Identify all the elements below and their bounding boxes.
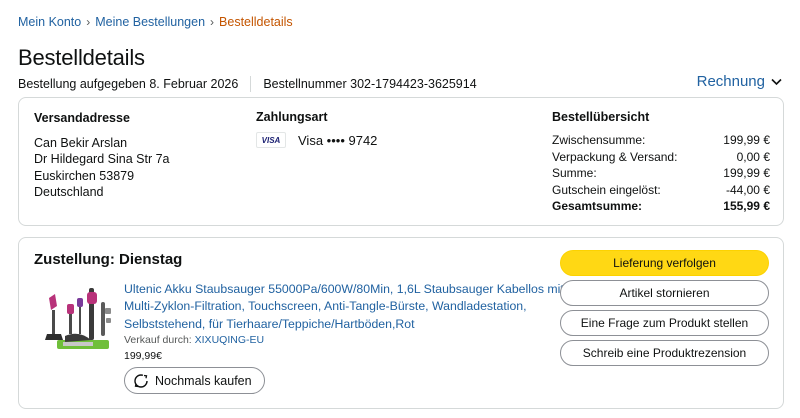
product-image[interactable] xyxy=(43,284,117,354)
overview-value: -44,00 € xyxy=(725,182,770,197)
order-meta: Bestellung aufgegeben 8. Februar 2026 Be… xyxy=(18,76,477,92)
order-placed-date: Bestellung aufgegeben 8. Februar 2026 xyxy=(18,77,239,91)
breadcrumb-separator: › xyxy=(86,15,91,29)
invoice-dropdown[interactable]: Rechnung xyxy=(697,73,782,90)
overview-label: Gutschein eingelöst: xyxy=(552,182,661,197)
seller-link[interactable]: XIXUQING-EU xyxy=(195,334,264,346)
address-line: Can Bekir Arslan xyxy=(34,135,128,150)
seller-info: Verkauf durch: XIXUQING-EU xyxy=(124,334,264,346)
product-price: 199,99€ xyxy=(124,350,162,362)
breadcrumb-order-details: Bestelldetails xyxy=(219,15,293,29)
overview-total-value: 155,99 € xyxy=(723,199,770,213)
visa-card-icon: VISA xyxy=(256,132,286,148)
address-line: Euskirchen 53879 xyxy=(34,168,135,183)
overview-value: 199,99 € xyxy=(723,133,770,147)
write-review-button[interactable]: Schreib eine Produktrezension xyxy=(560,340,769,366)
breadcrumb-separator: › xyxy=(210,15,215,29)
track-delivery-button[interactable]: Lieferung verfolgen xyxy=(560,250,769,276)
order-number: Bestellnummer 302-1794423-3625914 xyxy=(263,77,477,91)
overview-total-label: Gesamtsumme: xyxy=(552,199,643,213)
order-overview: Bestellübersicht Zwischensumme: 199,99 €… xyxy=(552,110,770,215)
card-number: Visa •••• 9742 xyxy=(298,132,378,148)
invoice-label: Rechnung xyxy=(696,73,765,90)
overview-value: 0,00 € xyxy=(736,149,770,164)
buy-again-button[interactable]: Nochmals kaufen xyxy=(124,367,265,394)
overview-row: Gutschein eingelöst: -44,00 € xyxy=(552,182,770,199)
order-overview-title: Bestellübersicht xyxy=(552,110,650,124)
payment-card: VISA Visa •••• 9742 xyxy=(256,132,377,148)
overview-label: Zwischensumme: xyxy=(552,133,646,147)
address-line: Dr Hildegard Sina Str 7a xyxy=(34,152,170,166)
product-title-link[interactable]: Ultenic Akku Staubsauger 55000Pa/600W/80… xyxy=(124,281,564,333)
delivery-title: Zustellung: Dienstag xyxy=(34,251,183,268)
order-summary-card: Versandadresse Can Bekir Arslan Dr Hilde… xyxy=(18,97,784,226)
breadcrumb-my-account[interactable]: Mein Konto xyxy=(18,15,81,29)
shipping-address: Versandadresse Can Bekir Arslan Dr Hilde… xyxy=(34,110,169,201)
cancel-item-button[interactable]: Artikel stornieren xyxy=(560,280,769,306)
seller-prefix: Verkauf durch: xyxy=(124,334,192,346)
shipping-address-title: Versandadresse xyxy=(34,111,130,125)
buy-again-label: Nochmals kaufen xyxy=(155,373,252,388)
overview-total-row: Gesamtsumme: 155,99 € xyxy=(552,198,770,215)
breadcrumb-my-orders[interactable]: Meine Bestellungen xyxy=(95,15,205,29)
payment-method-title: Zahlungsart xyxy=(256,110,328,124)
meta-divider xyxy=(250,76,252,92)
ask-question-button[interactable]: Eine Frage zum Produkt stellen xyxy=(560,310,769,336)
overview-value: 199,99 € xyxy=(723,166,770,180)
breadcrumb: Mein Konto › Meine Bestellungen › Bestel… xyxy=(18,15,293,29)
overview-label: Verpackung & Versand: xyxy=(552,149,678,164)
address-line: Deutschland xyxy=(34,185,104,199)
chevron-down-icon xyxy=(771,78,782,85)
reorder-icon xyxy=(134,373,148,388)
payment-method: Zahlungsart VISA Visa •••• 9742 xyxy=(256,110,377,148)
overview-row: Zwischensumme: 199,99 € xyxy=(552,132,770,149)
delivery-card: Zustellung: Dienstag Ultenic Akku Staubs… xyxy=(18,237,784,409)
page-title: Bestelldetails xyxy=(18,45,145,70)
overview-row: Summe: 199,99 € xyxy=(552,165,770,182)
overview-row: Verpackung & Versand: 0,00 € xyxy=(552,149,770,166)
overview-label: Summe: xyxy=(552,166,597,180)
